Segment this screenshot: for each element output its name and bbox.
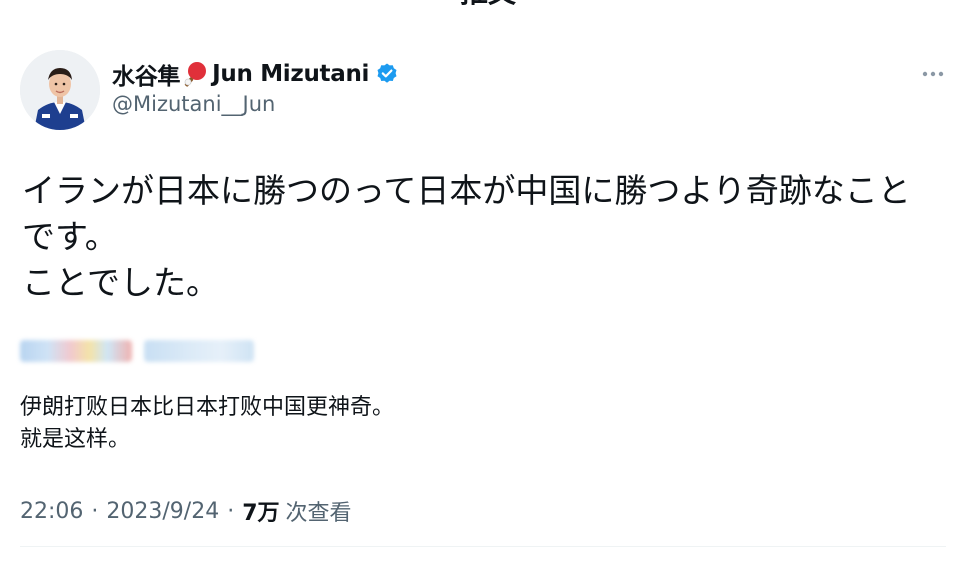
author-name-jp: 水谷隼 [112, 64, 181, 90]
chevron-left-icon[interactable]: ‹ [0, 0, 14, 8]
redacted-label-1 [20, 340, 132, 362]
redacted-label-2 [144, 340, 254, 362]
meta-separator: · [91, 498, 99, 524]
tweet-text: イランが日本に勝つのって日本が中国に勝つより奇跡なこと です。 ことでした。 [22, 171, 911, 302]
verified-icon[interactable] [375, 62, 399, 86]
ping-pong-paddle-icon [182, 60, 210, 88]
more-horizontal-icon[interactable] [920, 64, 946, 84]
author-name-en: Jun Mizutani [212, 61, 370, 87]
avatar-image [20, 50, 100, 130]
top-bar-title: 推文 [460, 0, 516, 8]
author-name[interactable]: 水谷隼 Jun Mizutani [112, 58, 399, 90]
view-count: 7万 [242, 501, 280, 526]
view-count-label: 次查看 [285, 501, 352, 526]
avatar[interactable] [20, 50, 100, 130]
tweet-meta: 22:06 · 2023/9/24 · 7万 次查看 [20, 494, 352, 528]
translated-text: 伊朗打败日本比日本打败中国更神奇。 就是这样。 [20, 395, 395, 452]
top-bar: ‹ 推文 [0, 0, 960, 14]
divider [20, 546, 946, 547]
author-handle[interactable]: @Mizutani__Jun [112, 92, 275, 116]
meta-separator: · [227, 498, 235, 524]
tweet-time[interactable]: 22:06 [20, 499, 83, 524]
tweet-date[interactable]: 2023/9/24 [106, 499, 219, 524]
tweet-detail-page: ‹ 推文 水谷隼 Jun Mizutani [0, 0, 960, 566]
